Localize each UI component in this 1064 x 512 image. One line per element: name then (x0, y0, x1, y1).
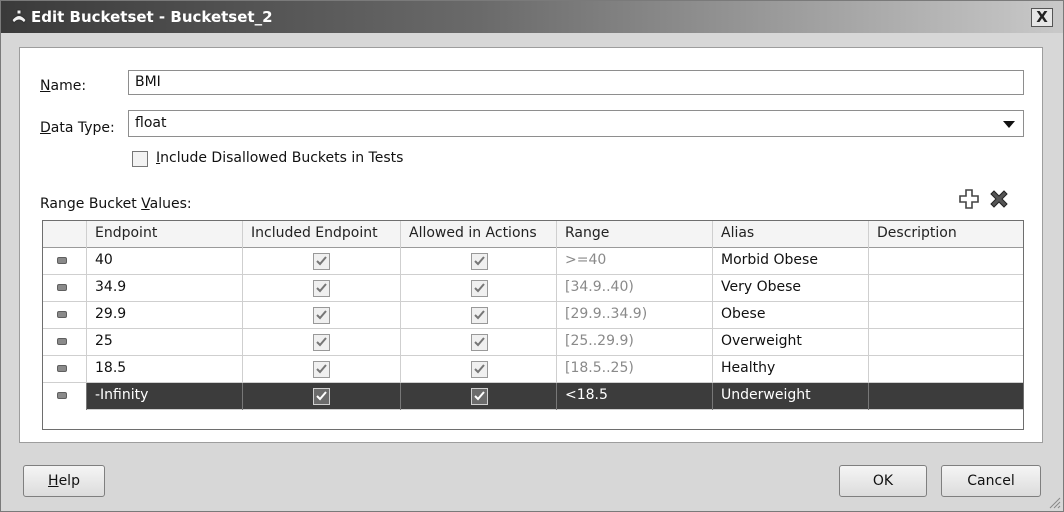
table-row[interactable]: 34.9 [34.9..40) Very Obese (43, 275, 1023, 302)
row-handle[interactable] (43, 329, 87, 356)
range-cell: [18.5..25) (557, 356, 713, 383)
included-endpoint-cell (243, 302, 401, 329)
description-cell[interactable] (869, 383, 1023, 410)
included-checkbox[interactable] (313, 334, 330, 351)
included-endpoint-cell (243, 383, 401, 410)
included-checkbox[interactable] (313, 388, 330, 405)
resize-grip-icon[interactable] (1047, 495, 1061, 509)
close-button[interactable]: X (1031, 8, 1053, 27)
included-checkbox[interactable] (313, 253, 330, 270)
included-checkbox[interactable] (313, 361, 330, 378)
delete-x-icon[interactable] (988, 188, 1010, 210)
main-panel: Name: BMI Data Type: float Include Disal… (19, 47, 1043, 443)
description-cell[interactable] (869, 248, 1023, 275)
col-allowed-in-actions[interactable]: Allowed in Actions (401, 221, 557, 248)
endpoint-cell[interactable]: -Infinity (87, 383, 243, 410)
alias-cell[interactable]: Underweight (713, 383, 869, 410)
description-cell[interactable] (869, 356, 1023, 383)
allowed-in-actions-cell (401, 248, 557, 275)
col-range[interactable]: Range (557, 221, 713, 248)
row-handle[interactable] (43, 356, 87, 383)
name-label: Name: (40, 78, 87, 94)
include-disallowed-label: Include Disallowed Buckets in Tests (156, 150, 404, 166)
range-cell: <18.5 (557, 383, 713, 410)
allowed-checkbox[interactable] (471, 280, 488, 297)
allowed-in-actions-cell (401, 275, 557, 302)
header-handle (43, 221, 87, 248)
plus-icon[interactable] (958, 188, 980, 210)
endpoint-cell[interactable]: 29.9 (87, 302, 243, 329)
table-row[interactable]: 25 [25..29.9) Overweight (43, 329, 1023, 356)
chevron-down-icon (1003, 121, 1015, 128)
col-included-endpoint[interactable]: Included Endpoint (243, 221, 401, 248)
row-handle[interactable] (43, 383, 87, 410)
allowed-checkbox[interactable] (471, 388, 488, 405)
datatype-select[interactable]: float (128, 110, 1024, 137)
allowed-in-actions-cell (401, 356, 557, 383)
range-bucket-table: Endpoint Included Endpoint Allowed in Ac… (42, 220, 1024, 430)
allowed-in-actions-cell (401, 383, 557, 410)
included-endpoint-cell (243, 356, 401, 383)
alias-cell[interactable]: Healthy (713, 356, 869, 383)
allowed-checkbox[interactable] (471, 334, 488, 351)
table-header: Endpoint Included Endpoint Allowed in Ac… (43, 221, 1023, 248)
row-handle[interactable] (43, 302, 87, 329)
endpoint-cell[interactable]: 18.5 (87, 356, 243, 383)
datatype-value: float (135, 115, 167, 131)
included-checkbox[interactable] (313, 307, 330, 324)
description-cell[interactable] (869, 302, 1023, 329)
allowed-in-actions-cell (401, 302, 557, 329)
included-checkbox[interactable] (313, 280, 330, 297)
allowed-checkbox[interactable] (471, 253, 488, 270)
table-row-selected[interactable]: -Infinity <18.5 Underweight (43, 383, 1023, 410)
alias-cell[interactable]: Very Obese (713, 275, 869, 302)
range-bucket-values-label: Range Bucket Values: (40, 196, 192, 212)
endpoint-cell[interactable]: 25 (87, 329, 243, 356)
window-title: Edit Bucketset - Bucketset_2 (31, 8, 273, 26)
col-alias[interactable]: Alias (713, 221, 869, 248)
row-handle[interactable] (43, 248, 87, 275)
alias-cell[interactable]: Obese (713, 302, 869, 329)
endpoint-cell[interactable]: 34.9 (87, 275, 243, 302)
ok-button[interactable]: OK (839, 465, 927, 497)
description-cell[interactable] (869, 329, 1023, 356)
row-handle[interactable] (43, 275, 87, 302)
include-disallowed-checkbox[interactable] (132, 151, 148, 167)
alias-cell[interactable]: Overweight (713, 329, 869, 356)
app-icon (11, 9, 27, 24)
table-row[interactable]: 29.9 [29.9..34.9) Obese (43, 302, 1023, 329)
included-endpoint-cell (243, 329, 401, 356)
title-bar[interactable]: Edit Bucketset - Bucketset_2 X (1, 1, 1063, 33)
cancel-button[interactable]: Cancel (941, 465, 1041, 497)
allowed-checkbox[interactable] (471, 361, 488, 378)
datatype-label: Data Type: (40, 120, 115, 136)
allowed-in-actions-cell (401, 329, 557, 356)
name-input[interactable]: BMI (128, 70, 1024, 95)
range-cell: [25..29.9) (557, 329, 713, 356)
included-endpoint-cell (243, 275, 401, 302)
table-row[interactable]: 40 >=40 Morbid Obese (43, 248, 1023, 275)
endpoint-cell[interactable]: 40 (87, 248, 243, 275)
alias-cell[interactable]: Morbid Obese (713, 248, 869, 275)
col-description[interactable]: Description (869, 221, 1023, 248)
range-cell: >=40 (557, 248, 713, 275)
range-cell: [29.9..34.9) (557, 302, 713, 329)
col-endpoint[interactable]: Endpoint (87, 221, 243, 248)
edit-bucketset-dialog: Edit Bucketset - Bucketset_2 X Name: BMI… (0, 0, 1064, 512)
allowed-checkbox[interactable] (471, 307, 488, 324)
included-endpoint-cell (243, 248, 401, 275)
range-cell: [34.9..40) (557, 275, 713, 302)
table-row[interactable]: 18.5 [18.5..25) Healthy (43, 356, 1023, 383)
help-button[interactable]: Help (23, 465, 105, 497)
description-cell[interactable] (869, 275, 1023, 302)
